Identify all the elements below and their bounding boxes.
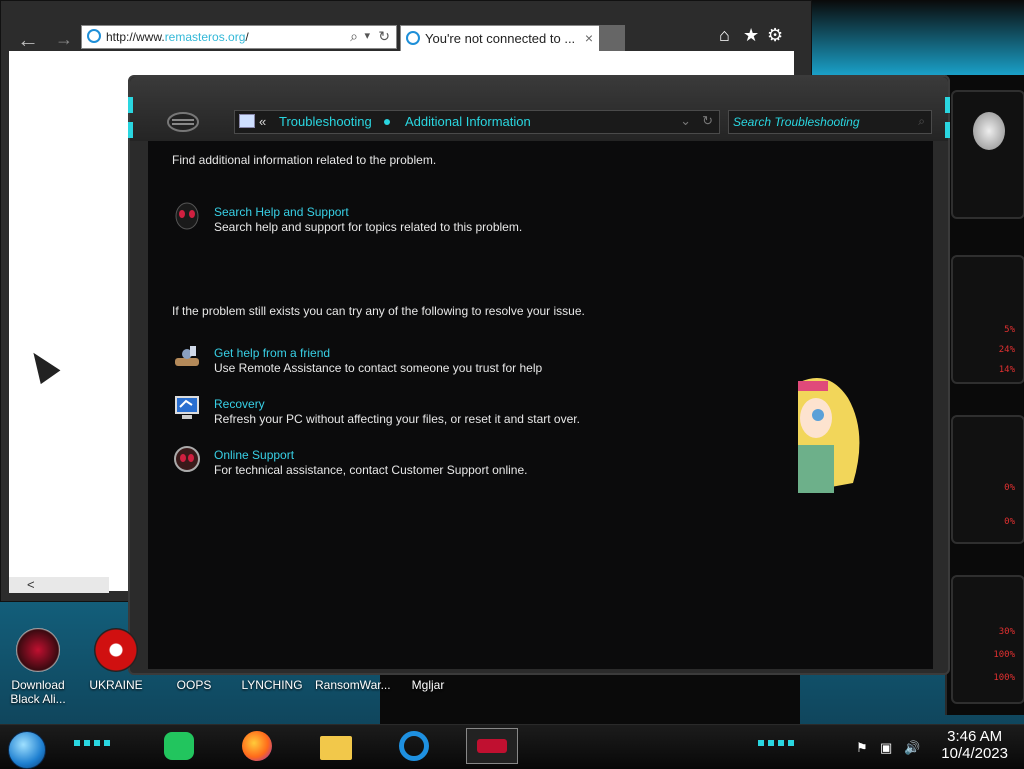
taskbar-decoration — [74, 740, 114, 746]
refresh-icon[interactable]: ↻ — [702, 113, 713, 129]
taskbar-decoration — [758, 740, 798, 746]
chat-app-icon[interactable] — [160, 728, 200, 764]
volume-icon[interactable]: 🔊 — [904, 740, 920, 756]
dropdown-icon[interactable]: ⌄ — [680, 113, 691, 129]
desktop-icon-label: LYNCHING — [241, 678, 303, 692]
hud-reading: 24% — [998, 345, 1015, 355]
dropdown-icon[interactable]: ▾ — [364, 29, 370, 42]
refresh-icon[interactable]: ↻ — [378, 28, 390, 45]
network-icon[interactable]: ▣ — [880, 740, 892, 756]
blank-icon — [172, 628, 216, 672]
hud-block: 5% 24% 14% — [951, 255, 1024, 384]
home-icon[interactable]: ⌂ — [719, 25, 730, 46]
scroll-left-arrow[interactable]: < — [27, 577, 35, 592]
remote-assistance-icon — [175, 346, 199, 366]
back-button[interactable]: ← — [17, 27, 39, 53]
control-panel-icon — [239, 114, 255, 128]
resolve-intro-text: If the problem still exists you can try … — [172, 304, 585, 318]
recovery-description: Refresh your PC without affecting your f… — [214, 412, 580, 426]
file-explorer-icon[interactable] — [316, 728, 356, 764]
desktop-icon-oops[interactable]: OOPS — [159, 628, 229, 692]
desktop-icon-mgljar[interactable]: Mgljar — [393, 628, 463, 692]
settings-icon[interactable]: ⚙ — [767, 25, 783, 46]
alien-help-icon — [175, 202, 199, 230]
troubleshooting-window: « Troubleshooting Additional Information… — [128, 75, 950, 675]
hud-block: 30% 100% 100% — [951, 575, 1024, 704]
hud-block: 0% 0% — [951, 415, 1024, 544]
search-help-support-description: Search help and support for topics relat… — [214, 220, 523, 234]
window-accent — [945, 122, 950, 138]
desktop-icon-label: Mgljar — [411, 678, 445, 692]
blank-icon — [250, 628, 294, 672]
get-help-friend-description: Use Remote Assistance to contact someone… — [214, 361, 543, 375]
browser-tab[interactable]: You're not connected to ... × — [400, 25, 600, 53]
hud-reading: 0% — [1004, 517, 1015, 527]
hud-reading: 0% — [1004, 483, 1015, 493]
desktop-icon-ransomware[interactable]: RansomWar... — [315, 628, 391, 692]
tab-title: You're not connected to ... — [425, 31, 576, 46]
breadcrumb-bar[interactable]: « Troubleshooting Additional Information… — [234, 110, 720, 134]
close-tab-icon[interactable]: × — [585, 30, 593, 46]
breadcrumb-troubleshooting[interactable]: Troubleshooting — [279, 114, 372, 129]
breadcrumb-chevron-icon[interactable]: « — [259, 114, 266, 129]
breadcrumb-separator-icon — [384, 119, 390, 125]
desktop-icon-label: RansomWar... — [315, 678, 391, 692]
window-accent — [945, 97, 950, 113]
hud-reading: 14% — [998, 365, 1015, 375]
content-pane: Find additional information related to t… — [148, 141, 933, 669]
clock-time: 3:46 AM — [947, 728, 1003, 745]
radiation-icon — [94, 628, 138, 672]
online-support-description: For technical assistance, contact Custom… — [214, 463, 528, 477]
address-url: http://www.remasteros.org/ — [106, 30, 249, 44]
window-accent — [128, 122, 133, 138]
cartoon-character-image — [798, 378, 860, 493]
breadcrumb-additional-information[interactable]: Additional Information — [405, 114, 531, 129]
search-placeholder: Search Troubleshooting — [733, 115, 860, 129]
hud-reading: 30% — [998, 627, 1015, 637]
alien-head-icon — [973, 112, 1005, 150]
recovery-link[interactable]: Recovery — [214, 397, 265, 411]
forward-button[interactable]: → — [55, 29, 73, 50]
hud-block — [951, 90, 1024, 219]
ie-logo-icon — [87, 29, 101, 43]
window-accent — [128, 97, 133, 113]
hud-reading: 100% — [993, 673, 1015, 683]
intro-text: Find additional information related to t… — [172, 153, 437, 167]
blank-icon — [406, 628, 450, 672]
desktop-icon-label: Download Black Ali... — [10, 678, 66, 706]
blank-icon — [328, 628, 372, 672]
taskbar-clock[interactable]: 3:46 AM 10/4/2023 — [941, 728, 1008, 762]
search-troubleshooting-input[interactable]: Search Troubleshooting ⌕ — [728, 110, 932, 134]
horizontal-scrollbar[interactable]: < — [9, 577, 109, 593]
desktop-icon-label: UKRAINE — [89, 678, 143, 692]
hud-panel: 5% 24% 14% 0% 0% 30% 100% 100% — [945, 75, 1024, 715]
online-support-icon — [174, 446, 200, 472]
desktop-icon-label: OOPS — [176, 678, 212, 692]
new-tab-button[interactable] — [599, 25, 625, 51]
address-bar[interactable]: http://www.remasteros.org/ ⌕ ▾ ↻ — [81, 25, 397, 49]
wallpaper-graphic — [810, 0, 1024, 75]
start-button[interactable] — [8, 731, 46, 769]
alien-orb-icon — [16, 628, 60, 672]
firefox-icon[interactable] — [238, 728, 278, 764]
action-center-icon[interactable]: ⚑ — [856, 740, 868, 756]
alien-logo-icon — [167, 112, 199, 132]
favorites-icon[interactable]: ★ — [743, 25, 759, 46]
ie-logo-icon — [406, 31, 420, 45]
recovery-icon — [175, 396, 199, 419]
get-help-friend-link[interactable]: Get help from a friend — [214, 346, 330, 360]
hud-reading: 5% — [1004, 325, 1015, 335]
hud-reading: 100% — [993, 650, 1015, 660]
internet-explorer-icon[interactable] — [394, 728, 434, 764]
search-icon[interactable]: ⌕ — [350, 28, 358, 45]
desktop-icon-download-black-alien[interactable]: Download Black Ali... — [3, 628, 73, 706]
alien-app-icon[interactable] — [466, 728, 518, 764]
online-support-link[interactable]: Online Support — [214, 448, 294, 462]
search-icon[interactable]: ⌕ — [918, 114, 925, 129]
desktop-icon-ukraine[interactable]: UKRAINE — [81, 628, 151, 692]
clock-date: 10/4/2023 — [941, 745, 1008, 762]
search-help-support-link[interactable]: Search Help and Support — [214, 205, 349, 219]
desktop-icon-lynching[interactable]: LYNCHING — [237, 628, 307, 692]
